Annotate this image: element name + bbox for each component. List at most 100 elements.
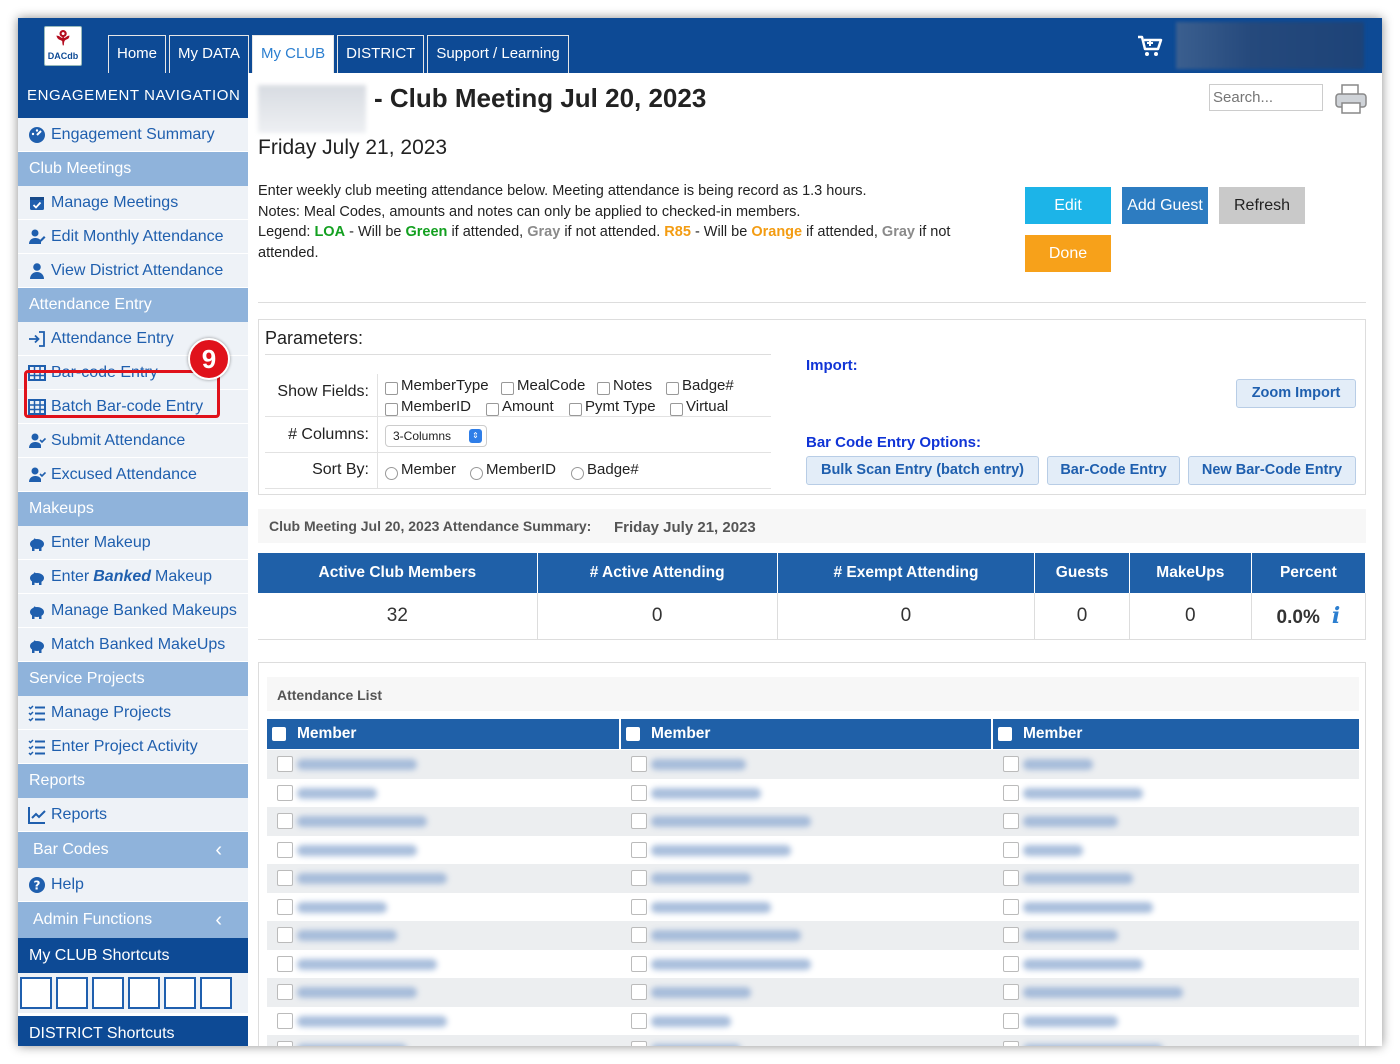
zoom-import-button[interactable]: Zoom Import	[1236, 379, 1356, 408]
info-icon[interactable]: i	[1332, 603, 1340, 629]
member-checkbox[interactable]	[1003, 1041, 1019, 1046]
member-name-redacted[interactable]	[651, 873, 751, 884]
member-checkbox[interactable]	[277, 756, 293, 772]
add-guest-button[interactable]: Add Guest	[1122, 187, 1208, 224]
shortcut-meeting-clock-icon[interactable]	[128, 977, 160, 1009]
sort-memberid-radio[interactable]	[470, 467, 483, 480]
member-name-redacted[interactable]	[297, 958, 437, 970]
member-name-redacted[interactable]	[297, 987, 417, 998]
member-checkbox[interactable]	[1003, 984, 1019, 1000]
sidebar-item-help[interactable]: ? Help	[18, 868, 248, 902]
member-checkbox[interactable]	[631, 898, 647, 915]
tab-home[interactable]: Home	[108, 35, 167, 73]
memberid-checkbox[interactable]	[385, 403, 398, 416]
sidebar-item-enter-project-activity[interactable]: Enter Project Activity	[18, 730, 248, 764]
membertype-checkbox[interactable]	[385, 382, 398, 395]
member-checkbox[interactable]	[631, 813, 647, 829]
member-name-redacted[interactable]	[1023, 930, 1118, 941]
member-name-redacted[interactable]	[1023, 987, 1183, 998]
member-name-redacted[interactable]	[1023, 759, 1093, 770]
sidebar-item-submit-attendance[interactable]: Submit Attendance	[18, 424, 248, 458]
member-name-redacted[interactable]	[1023, 844, 1083, 856]
member-name-redacted[interactable]	[297, 1015, 447, 1027]
shortcut-attendance-icon[interactable]	[92, 977, 124, 1009]
member-name-redacted[interactable]	[651, 987, 751, 998]
member-checkbox[interactable]	[277, 813, 293, 829]
sidebar-item-manage-meetings[interactable]: Manage Meetings	[18, 186, 248, 220]
tab-my-club[interactable]: My CLUB	[251, 35, 335, 73]
sidebar-item-enter-banked-makeup[interactable]: Enter Banked Makeup	[18, 560, 248, 594]
select-all-checkbox[interactable]	[998, 727, 1012, 741]
member-checkbox[interactable]	[1003, 927, 1019, 943]
member-name-redacted[interactable]	[1023, 787, 1143, 799]
notes-checkbox[interactable]	[597, 382, 610, 395]
member-name-redacted[interactable]	[651, 901, 771, 913]
member-checkbox[interactable]	[277, 841, 293, 858]
bulk-scan-entry-button[interactable]: Bulk Scan Entry (batch entry)	[806, 456, 1039, 485]
sort-member-radio[interactable]	[385, 467, 398, 480]
member-checkbox[interactable]	[631, 1041, 647, 1046]
member-checkbox[interactable]	[277, 1041, 293, 1046]
member-name-redacted[interactable]	[297, 873, 447, 884]
select-all-checkbox[interactable]	[272, 727, 286, 741]
member-name-redacted[interactable]	[651, 930, 801, 941]
tab-my-data[interactable]: My DATA	[169, 35, 249, 73]
shortcut-search-member-icon[interactable]	[20, 977, 52, 1009]
sidebar-section-admin-functions[interactable]: Admin Functions ‹	[18, 902, 248, 938]
member-name-redacted[interactable]	[1023, 1015, 1118, 1027]
member-name-redacted[interactable]	[297, 1044, 407, 1046]
shortcut-club-members-icon[interactable]	[56, 977, 88, 1009]
tab-support-learning[interactable]: Support / Learning	[427, 35, 569, 73]
sort-badge-radio[interactable]	[571, 467, 584, 480]
member-name-redacted[interactable]	[1023, 1044, 1163, 1046]
member-name-redacted[interactable]	[651, 958, 811, 970]
sidebar-item-engagement-summary[interactable]: Engagement Summary	[18, 118, 248, 152]
member-name-redacted[interactable]	[297, 787, 377, 799]
virtual-checkbox[interactable]	[670, 403, 683, 416]
member-name-redacted[interactable]	[651, 1044, 741, 1046]
cart-icon[interactable]	[1136, 34, 1164, 58]
member-checkbox[interactable]	[631, 784, 647, 801]
user-profile-blurred[interactable]	[1176, 22, 1364, 69]
member-name-redacted[interactable]	[651, 787, 761, 799]
sidebar-item-enter-makeup[interactable]: Enter Makeup	[18, 526, 248, 560]
sidebar-item-manage-projects[interactable]: Manage Projects	[18, 696, 248, 730]
sidebar-section-bar-codes[interactable]: Bar Codes ‹	[18, 832, 248, 868]
member-checkbox[interactable]	[631, 756, 647, 772]
member-name-redacted[interactable]	[297, 901, 387, 913]
member-checkbox[interactable]	[1003, 841, 1019, 858]
sidebar-item-view-district-attendance[interactable]: View District Attendance	[18, 254, 248, 288]
member-checkbox[interactable]	[1003, 955, 1019, 972]
sidebar-item-match-banked-makeups[interactable]: Match Banked MakeUps	[18, 628, 248, 662]
member-name-redacted[interactable]	[297, 844, 417, 856]
member-checkbox[interactable]	[1003, 813, 1019, 829]
member-checkbox[interactable]	[277, 927, 293, 943]
member-name-redacted[interactable]	[297, 816, 427, 827]
dacdb-logo[interactable]: ⚘ DACdb	[44, 26, 82, 66]
member-name-redacted[interactable]	[651, 1015, 731, 1027]
member-checkbox[interactable]	[1003, 784, 1019, 801]
shortcut-notes-icon[interactable]	[200, 977, 232, 1009]
pymt-type-checkbox[interactable]	[569, 403, 582, 416]
member-checkbox[interactable]	[631, 841, 647, 858]
member-name-redacted[interactable]	[297, 930, 397, 941]
member-checkbox[interactable]	[1003, 756, 1019, 772]
tab-district[interactable]: DISTRICT	[337, 35, 425, 73]
printer-icon[interactable]	[1333, 81, 1369, 117]
member-name-redacted[interactable]	[1023, 816, 1118, 827]
member-name-redacted[interactable]	[651, 759, 746, 770]
sidebar-item-reports[interactable]: Reports	[18, 798, 248, 832]
member-checkbox[interactable]	[277, 898, 293, 915]
sidebar-item-excused-attendance[interactable]: Excused Attendance	[18, 458, 248, 492]
sidebar-item-manage-banked-makeups[interactable]: Manage Banked Makeups	[18, 594, 248, 628]
member-checkbox[interactable]	[631, 1012, 647, 1029]
member-checkbox[interactable]	[631, 955, 647, 972]
member-checkbox[interactable]	[1003, 1012, 1019, 1029]
edit-button[interactable]: Edit	[1025, 187, 1111, 224]
member-checkbox[interactable]	[631, 927, 647, 943]
member-name-redacted[interactable]	[1023, 873, 1133, 884]
member-checkbox[interactable]	[631, 870, 647, 886]
member-name-redacted[interactable]	[651, 816, 811, 827]
member-checkbox[interactable]	[631, 984, 647, 1000]
shortcut-activities-folder-icon[interactable]	[164, 977, 196, 1009]
